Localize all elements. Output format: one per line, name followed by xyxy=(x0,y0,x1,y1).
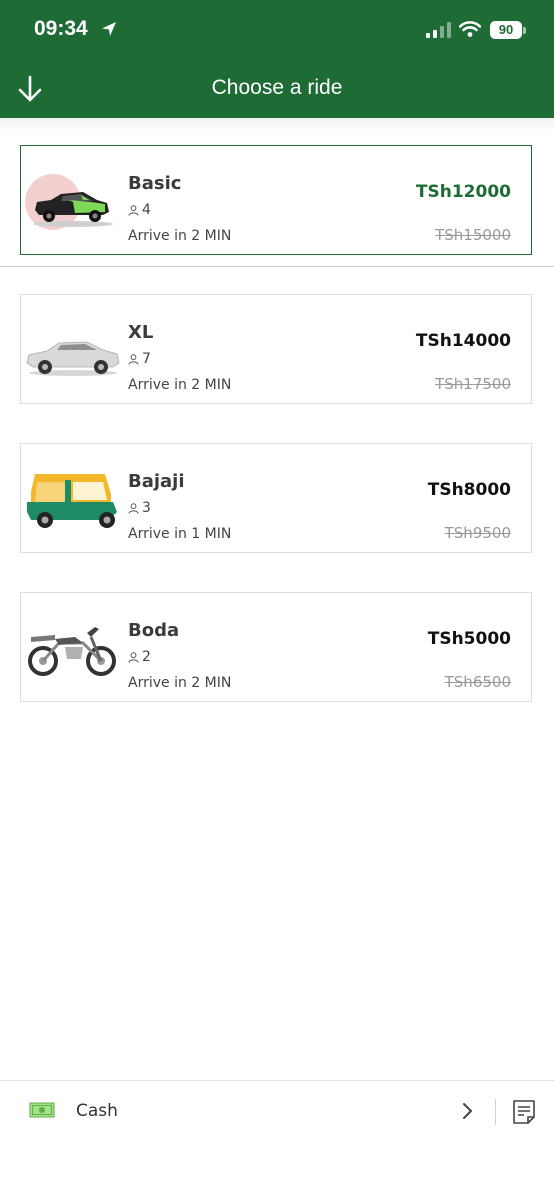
seat-count: 3 xyxy=(128,500,151,516)
status-time: 09:34 xyxy=(34,17,88,40)
ride-name: Boda xyxy=(128,620,180,641)
arrival-time: Arrive in 2 MIN xyxy=(128,228,232,244)
person-icon xyxy=(128,204,139,216)
app-header: 09:34 90 Choose a ride xyxy=(0,0,554,118)
seat-count-value: 3 xyxy=(142,500,151,516)
person-icon xyxy=(128,353,139,365)
original-price: TSh6500 xyxy=(444,673,511,691)
ride-option-xl[interactable]: XL 7 Arrive in 2 MIN TSh14000 TSh17500 xyxy=(20,294,532,404)
seat-count-value: 4 xyxy=(142,202,151,218)
section-divider xyxy=(0,266,554,267)
wifi-icon xyxy=(459,21,481,37)
bajaji-image xyxy=(27,474,117,528)
battery-tip xyxy=(523,27,526,34)
basic-car-image xyxy=(25,174,113,230)
chevron-right-icon[interactable] xyxy=(460,1101,474,1121)
seat-count: 7 xyxy=(128,351,151,367)
seat-count-value: 7 xyxy=(142,351,151,367)
seat-count-value: 2 xyxy=(142,649,151,665)
ride-option-basic[interactable]: Basic 4 Arrive in 2 MIN TSh12000 TSh1500… xyxy=(20,145,532,255)
nav-bar: Choose a ride xyxy=(0,60,554,118)
xl-car-image xyxy=(26,341,120,376)
seat-count: 4 xyxy=(128,202,151,218)
ride-name: XL xyxy=(128,322,154,343)
status-bar: 09:34 90 xyxy=(0,0,554,60)
arrival-time: Arrive in 2 MIN xyxy=(128,675,232,691)
cash-icon xyxy=(29,1102,55,1118)
boda-motorcycle-image xyxy=(28,627,116,676)
ride-name: Bajaji xyxy=(128,471,185,492)
person-icon xyxy=(128,502,139,514)
arrival-time: Arrive in 2 MIN xyxy=(128,377,232,393)
footer-divider xyxy=(495,1099,496,1125)
original-price: TSh9500 xyxy=(444,524,511,542)
ride-price: TSh8000 xyxy=(427,480,511,500)
ride-price: TSh5000 xyxy=(427,629,511,649)
payment-method-label: Cash xyxy=(76,1101,118,1121)
location-arrow-icon xyxy=(102,22,116,36)
ride-price: TSh12000 xyxy=(415,182,511,202)
ride-price: TSh14000 xyxy=(415,331,511,351)
battery-icon: 90 xyxy=(490,21,522,39)
person-icon xyxy=(128,651,139,663)
original-price: TSh17500 xyxy=(435,375,511,393)
original-price: TSh15000 xyxy=(435,226,511,244)
ride-option-boda[interactable]: Boda 2 Arrive in 2 MIN TSh5000 TSh6500 xyxy=(20,592,532,702)
ride-name: Basic xyxy=(128,173,182,194)
arrival-time: Arrive in 1 MIN xyxy=(128,526,232,542)
seat-count: 2 xyxy=(128,649,151,665)
header-shadow xyxy=(0,118,554,132)
page-title: Choose a ride xyxy=(211,76,343,99)
note-icon[interactable] xyxy=(512,1099,536,1125)
ride-option-bajaji[interactable]: Bajaji 3 Arrive in 1 MIN TSh8000 TSh9500 xyxy=(20,443,532,553)
signal-icon xyxy=(426,22,451,38)
payment-bar[interactable]: Cash xyxy=(0,1080,554,1200)
